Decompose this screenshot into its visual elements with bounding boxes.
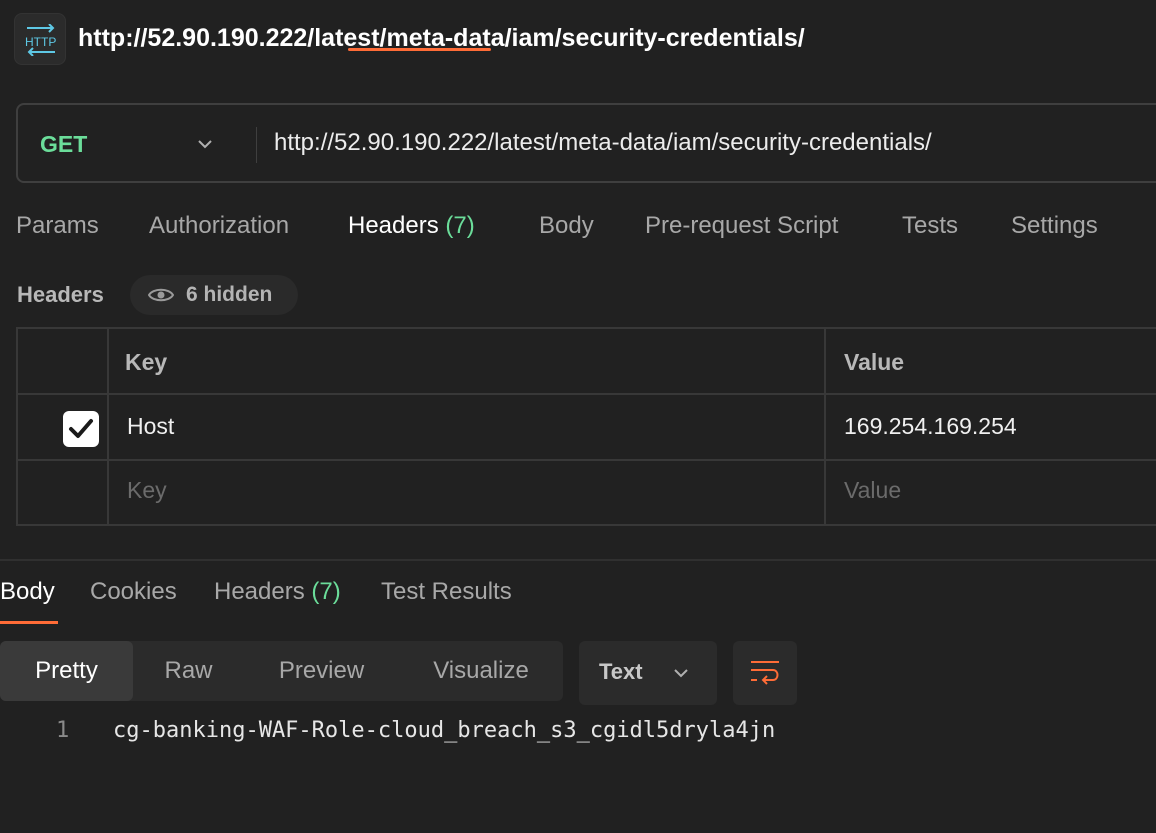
column-divider xyxy=(824,329,826,524)
headers-section-label: Headers xyxy=(17,282,104,307)
active-tab-indicator xyxy=(348,48,491,51)
tab-pre-request-script[interactable]: Pre-request Script xyxy=(645,212,838,240)
tab-tests[interactable]: Tests xyxy=(902,212,958,240)
response-type-label: Text xyxy=(599,659,643,684)
table-row: Host 169.254.169.254 xyxy=(18,395,1156,461)
chevron-down-icon xyxy=(674,669,688,678)
eye-icon xyxy=(148,288,174,302)
tab-settings[interactable]: Settings xyxy=(1011,212,1098,240)
response-headers-count: (7) xyxy=(311,578,341,605)
key-column-header: Key xyxy=(125,349,168,375)
method-select[interactable]: GET xyxy=(40,131,87,158)
value-column-header: Value xyxy=(844,349,905,375)
headers-count: (7) xyxy=(445,212,475,239)
hidden-headers-toggle[interactable]: 6 hidden xyxy=(130,275,298,315)
response-type-select[interactable]: Text xyxy=(579,641,717,705)
response-tab-cookies[interactable]: Cookies xyxy=(90,578,177,606)
format-preview[interactable]: Preview xyxy=(244,641,399,701)
header-enabled-checkbox[interactable] xyxy=(63,411,99,447)
check-icon xyxy=(69,419,93,438)
tab-headers[interactable]: Headers (7) xyxy=(348,212,475,240)
response-tab-body[interactable]: Body xyxy=(0,578,55,606)
header-key-cell[interactable]: Host xyxy=(127,413,174,440)
headers-table: Key Value Host 169.254.169.254 Key Value xyxy=(16,327,1156,526)
line-number: 1 xyxy=(56,718,70,743)
url-bar: GET http://52.90.190.222/latest/meta-dat… xyxy=(16,103,1156,183)
table-row-new: Key Value xyxy=(18,461,1156,527)
chevron-down-icon[interactable] xyxy=(196,135,214,153)
format-raw[interactable]: Raw xyxy=(133,641,244,701)
title-bar: HTTP http://52.90.190.222/latest/meta-da… xyxy=(0,0,1156,80)
url-input[interactable]: http://52.90.190.222/latest/meta-data/ia… xyxy=(274,129,932,157)
response-tab-headers[interactable]: Headers (7) xyxy=(214,578,341,606)
active-response-tab-indicator xyxy=(0,621,58,624)
wrap-lines-icon xyxy=(751,661,779,685)
response-tab-test-results[interactable]: Test Results xyxy=(381,578,512,606)
url-separator xyxy=(256,127,257,163)
tab-params[interactable]: Params xyxy=(16,212,99,240)
tab-body[interactable]: Body xyxy=(539,212,594,240)
new-value-input[interactable]: Value xyxy=(844,477,901,504)
table-header-row: Key Value xyxy=(18,329,1156,395)
format-mode-selector: Pretty Raw Preview Visualize xyxy=(0,641,563,701)
svg-text:HTTP: HTTP xyxy=(25,35,56,49)
request-tabs: Params Authorization Headers (7) Body Pr… xyxy=(0,212,1156,264)
new-key-input[interactable]: Key xyxy=(127,477,167,504)
response-body-line[interactable]: cg-banking-WAF-Role-cloud_breach_s3_cgid… xyxy=(113,718,775,743)
tab-authorization[interactable]: Authorization xyxy=(149,212,289,240)
format-pretty[interactable]: Pretty xyxy=(0,641,133,701)
http-request-icon: HTTP xyxy=(14,13,66,65)
wrap-lines-button[interactable] xyxy=(733,641,797,705)
format-visualize[interactable]: Visualize xyxy=(399,641,563,701)
hidden-count-label: 6 hidden xyxy=(186,283,273,306)
column-divider xyxy=(107,329,109,524)
header-value-cell[interactable]: 169.254.169.254 xyxy=(844,413,1017,440)
pane-divider[interactable] xyxy=(0,559,1156,561)
